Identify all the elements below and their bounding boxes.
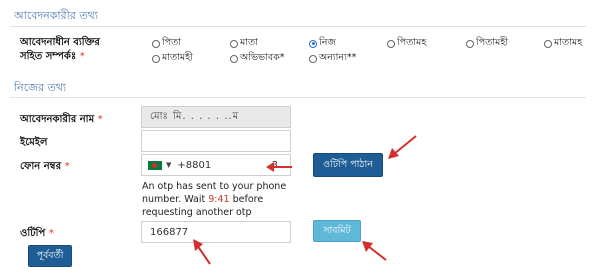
radio-mother-dot[interactable] bbox=[230, 39, 238, 48]
applicant-name-label: আবেদনকারীর নাম * bbox=[20, 114, 103, 125]
radio-maternal-grandmother-label: মাতামহী bbox=[162, 52, 193, 63]
annotation-arrow-send-otp bbox=[388, 135, 417, 159]
radio-other-label: অন্যান্য** bbox=[319, 52, 357, 63]
radio-guardian[interactable]: অভিভাবক* bbox=[230, 51, 285, 66]
radio-self[interactable]: নিজ bbox=[309, 36, 336, 51]
otp-note-line2: number. Wait 9:41 before bbox=[142, 194, 264, 205]
radio-mother[interactable]: মাতা bbox=[230, 36, 258, 51]
otp-note-line3: requesting another otp bbox=[142, 207, 252, 218]
section-title-own-info: নিজের তথ্য bbox=[14, 81, 67, 94]
applicant-name-field: মোঃ মি. . . . . ..ম bbox=[141, 106, 291, 128]
radio-paternal-grandfather-dot[interactable] bbox=[387, 39, 395, 48]
radio-other-dot[interactable] bbox=[309, 54, 317, 63]
radio-maternal-grandmother[interactable]: মাতামহী bbox=[152, 51, 193, 66]
email-field[interactable] bbox=[141, 130, 291, 152]
submit-button[interactable]: সাবমিট bbox=[313, 220, 361, 242]
chevron-down-icon[interactable]: ▼ bbox=[166, 161, 171, 169]
radio-other[interactable]: অন্যান্য** bbox=[309, 51, 356, 66]
radio-maternal-grandfather-dot[interactable] bbox=[544, 39, 552, 48]
radio-guardian-dot[interactable] bbox=[230, 54, 238, 63]
section-divider bbox=[10, 26, 586, 27]
radio-father-label: পিতা bbox=[162, 37, 182, 48]
radio-self-dot[interactable] bbox=[309, 39, 317, 48]
relationship-label-line2: সহিত সম্পর্কঃ * bbox=[20, 51, 85, 62]
radio-father[interactable]: পিতা bbox=[152, 36, 181, 51]
radio-paternal-grandmother[interactable]: পিতামহী bbox=[466, 36, 508, 51]
email-label: ইমেইল bbox=[20, 137, 48, 148]
section-divider bbox=[10, 97, 586, 98]
otp-countdown-timer: 9:41 bbox=[208, 194, 230, 205]
radio-paternal-grandmother-label: পিতামহী bbox=[476, 37, 509, 48]
annotation-arrow-otp bbox=[193, 239, 211, 265]
otp-label: ওটিপি * bbox=[20, 228, 54, 239]
annotation-arrow-phone bbox=[266, 162, 292, 172]
relationship-label: আবেদনাধীন ব্যক্তির সহিত সম্পর্কঃ * bbox=[20, 36, 100, 64]
section-title-applicant-info: আবেদনকারীর তথ্য bbox=[14, 9, 98, 22]
radio-father-dot[interactable] bbox=[152, 39, 160, 48]
send-otp-button[interactable]: ওটিপি পাঠান bbox=[313, 153, 383, 177]
radio-paternal-grandmother-dot[interactable] bbox=[466, 39, 474, 48]
radio-mother-label: মাতা bbox=[240, 37, 258, 48]
radio-maternal-grandmother-dot[interactable] bbox=[152, 54, 160, 63]
radio-maternal-grandfather[interactable]: মাতামহ bbox=[544, 36, 582, 51]
annotation-arrow-submit bbox=[362, 241, 387, 261]
otp-note-line1: An otp has sent to your phone bbox=[142, 181, 287, 192]
radio-paternal-grandfather[interactable]: পিতামহ bbox=[387, 36, 426, 51]
otp-sent-note: An otp has sent to your phone number. Wa… bbox=[142, 180, 292, 219]
phone-label: ফোন নম্বর * bbox=[20, 161, 70, 172]
radio-paternal-grandfather-label: পিতামহ bbox=[397, 37, 427, 48]
relationship-label-line1: আবেদনাধীন ব্যক্তির bbox=[20, 37, 100, 48]
radio-guardian-label: অভিভাবক* bbox=[240, 52, 285, 63]
otp-input[interactable]: 166877 bbox=[141, 221, 291, 243]
bangladesh-flag-icon[interactable] bbox=[148, 160, 162, 170]
radio-maternal-grandfather-label: মাতামহ bbox=[554, 37, 583, 48]
phone-value: +8801 bbox=[177, 159, 212, 171]
previous-button[interactable]: পূর্ববর্তী bbox=[28, 245, 72, 267]
radio-self-label: নিজ bbox=[319, 37, 336, 48]
